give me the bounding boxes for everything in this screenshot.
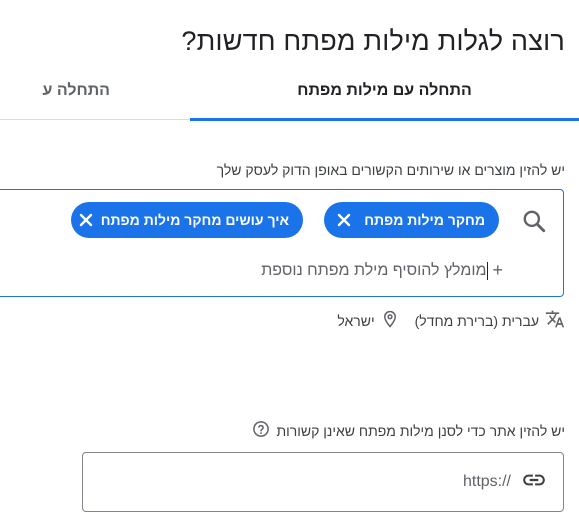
keyword-chip[interactable]: מחקר מילות מפתח [324, 202, 499, 238]
tab-label: התחלה עם מילות מפתח [297, 82, 472, 99]
keywords-input-box[interactable]: מחקר מילות מפתח איך עושים מחקר מילות מפת… [0, 189, 564, 297]
keywords-field-label: יש להזין מוצרים או שירותים הקשורים באופן… [216, 162, 565, 178]
chip-label: איך עושים מחקר מילות מפתח [100, 212, 289, 228]
add-keyword-placeholder: מומלץ להוסיף מילת מפתח נוספת [261, 261, 487, 279]
text-caret [487, 261, 489, 280]
keyword-chip[interactable]: איך עושים מחקר מילות מפתח [71, 202, 303, 238]
tab-start-with-website[interactable]: התחלה ע [0, 62, 110, 120]
link-icon [521, 467, 547, 498]
tab-bar: התחלה עם מילות מפתח התחלה ע [0, 62, 579, 121]
location-pin-icon[interactable] [381, 310, 399, 331]
close-icon[interactable] [332, 208, 356, 232]
chip-label: מחקר מילות מפתח [364, 212, 485, 228]
language-selector[interactable]: עברית (ברירת מחדל) [415, 313, 539, 329]
site-field-label: יש להזין אתר כדי לסנן מילות מפתח שאינן ק… [276, 422, 565, 439]
page-title: רוצה לגלות מילות מפתח חדשות? [181, 26, 565, 56]
tab-label: התחלה ע [42, 82, 110, 99]
search-icon [521, 208, 547, 234]
translate-icon[interactable] [545, 309, 565, 332]
close-icon[interactable] [79, 208, 93, 232]
plus-icon: + [492, 260, 503, 280]
url-prefix: https:// [462, 473, 511, 490]
site-field-label-row: יש להזין אתר כדי לסנן מילות מפתח שאינן ק… [252, 420, 565, 441]
location-selector[interactable]: ישראל [337, 313, 374, 329]
website-url-input[interactable]: https:// [82, 452, 564, 512]
tab-start-with-keywords[interactable]: התחלה עם מילות מפתח [190, 62, 579, 121]
locale-row: עברית (ברירת מחדל) ישראל [337, 309, 565, 332]
help-circle-icon[interactable] [252, 420, 270, 441]
add-keyword-input[interactable]: + מומלץ להוסיף מילת מפתח נוספת [261, 260, 503, 281]
